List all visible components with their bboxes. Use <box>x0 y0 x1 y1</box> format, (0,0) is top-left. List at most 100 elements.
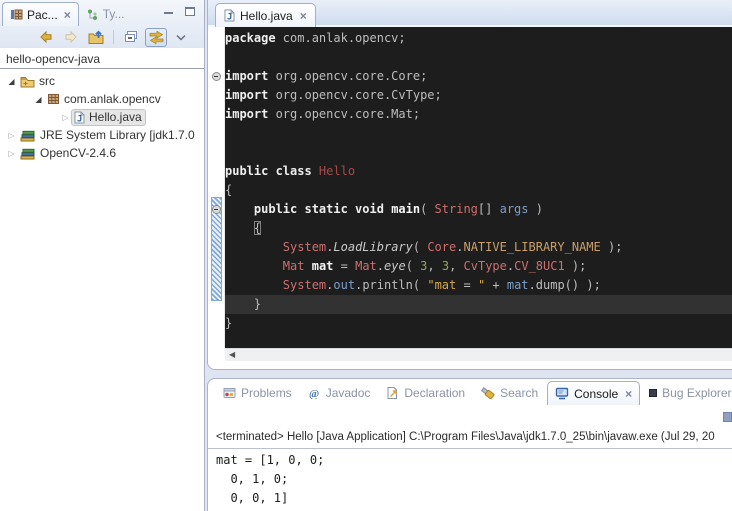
code-line: public class Hello <box>225 162 732 181</box>
tree-item-opencv-2-4-6[interactable]: ▷ OpenCV-2.4.6 <box>0 144 204 162</box>
console-panel: Problems@JavadocDeclarationSearchConsole… <box>207 378 732 511</box>
svg-text:J: J <box>77 114 82 124</box>
tab-javadoc[interactable]: @ Javadoc <box>301 381 378 405</box>
console-icon <box>555 387 569 400</box>
code-line: } <box>225 295 732 314</box>
scroll-left-icon[interactable]: ◀ <box>229 350 235 359</box>
close-icon[interactable]: × <box>298 9 307 23</box>
tab-declaration[interactable]: Declaration <box>379 381 472 405</box>
project-tree: ◢src◢com.anlak.opencv▷JHello.java▷JRE Sy… <box>0 69 204 162</box>
library-icon <box>20 147 36 160</box>
java-file-icon: J <box>74 111 85 124</box>
close-icon[interactable]: × <box>62 8 71 22</box>
type-hierarchy-icon <box>86 8 99 21</box>
fold-dash <box>214 76 218 77</box>
link-editor-icon <box>148 30 165 45</box>
code-line: { <box>225 219 732 238</box>
view-menu-icon <box>176 34 186 41</box>
svg-text:@: @ <box>309 388 319 399</box>
code-line: package com.anlak.opencv; <box>225 29 732 48</box>
collapsed-arrow-icon[interactable]: ▷ <box>6 131 17 140</box>
fold-marker[interactable] <box>212 72 221 81</box>
code-line <box>225 48 732 67</box>
tab-console[interactable]: Console × <box>547 381 640 405</box>
source-folder-icon <box>20 75 35 88</box>
code-line <box>225 124 732 143</box>
package-icon <box>47 93 60 105</box>
view-tab-ty[interactable]: Ty... <box>79 2 132 26</box>
editor-body: package com.anlak.opencv; import org.open… <box>208 27 732 369</box>
minimize-button[interactable] <box>162 7 175 19</box>
console-line: mat = [1, 0, 0; <box>216 451 732 470</box>
tab-label: Console <box>574 387 618 401</box>
back-button[interactable] <box>35 28 57 47</box>
collapsed-arrow-icon[interactable]: ▷ <box>60 113 71 122</box>
svg-text:J: J <box>227 13 232 23</box>
expanded-arrow-icon[interactable]: ◢ <box>33 95 44 104</box>
tab-label: Javadoc <box>326 386 371 400</box>
code-line: } <box>225 314 732 333</box>
code-line: System.LoadLibrary( Core.NATIVE_LIBRARY_… <box>225 238 732 257</box>
tree-item-content: J Hello.java <box>71 109 146 126</box>
view-tab-pac[interactable]: Pac... × <box>2 2 79 26</box>
editor-tabbar: J Hello.java × <box>208 0 732 27</box>
code-line: System.out.println( "mat = " + mat.dump(… <box>225 276 732 295</box>
tree-item-hello-java[interactable]: ▷ J Hello.java <box>0 108 204 126</box>
console-toolbar-icon[interactable] <box>723 412 732 422</box>
tree-item-content: src <box>17 73 59 90</box>
toolbar-separator <box>113 30 114 44</box>
view-tab-label: Pac... <box>27 8 58 22</box>
code-line <box>225 143 732 162</box>
up-folder-icon <box>88 30 105 45</box>
tree-item-src[interactable]: ◢ src <box>0 72 204 90</box>
code-line: import org.opencv.core.Mat; <box>225 105 732 124</box>
tab-label: Problems <box>241 386 292 400</box>
code-lines[interactable]: package com.anlak.opencv; import org.open… <box>225 29 732 333</box>
package-explorer-icon <box>10 8 23 21</box>
tab-bug-explorer[interactable]: Bug Explorer <box>642 381 732 405</box>
view-tab-label: Ty... <box>103 7 125 21</box>
code-line: Mat mat = Mat.eye( 3, 3, CvType.CV_8UC1 … <box>225 257 732 276</box>
tree-item-label: Hello.java <box>89 110 142 124</box>
collapse-all-button[interactable] <box>120 28 142 47</box>
tree-item-label: JRE System Library [jdk1.7.0 <box>40 128 195 142</box>
tree-item-label: src <box>39 74 55 88</box>
tab-label: Declaration <box>404 386 465 400</box>
forward-button[interactable] <box>60 28 82 47</box>
library-icon <box>20 129 36 142</box>
collapsed-arrow-icon[interactable]: ▷ <box>6 149 17 158</box>
tree-item-content: com.anlak.opencv <box>44 91 165 108</box>
project-root-label[interactable]: hello-opencv-java <box>0 48 204 68</box>
editor-tab-label: Hello.java <box>240 9 293 23</box>
editor-area: J Hello.java × package com.anlak.opencv;… <box>207 0 732 370</box>
horizontal-scrollbar[interactable]: ◀ <box>225 348 732 361</box>
maximize-button[interactable] <box>183 7 196 19</box>
console-line: 0, 1, 0; <box>216 470 732 489</box>
tree-item-com-anlak-opencv[interactable]: ◢com.anlak.opencv <box>0 90 204 108</box>
editor-tab-hello-java[interactable]: J Hello.java × <box>215 3 316 27</box>
console-output[interactable]: mat = [1, 0, 0; 0, 1, 0; 0, 0, 1] <box>216 451 732 511</box>
tree-item-jre-system-library-jdk1-7-0[interactable]: ▷ JRE System Library [jdk1.7.0 <box>0 126 204 144</box>
package-explorer-panel: Pac...×Ty... hello-opencv-java ◢src◢com.… <box>0 0 205 511</box>
console-line: 0, 0, 1] <box>216 489 732 508</box>
tab-search[interactable]: Search <box>474 381 545 405</box>
collapse-all-icon <box>123 30 139 44</box>
bottom-tabbar: Problems@JavadocDeclarationSearchConsole… <box>208 379 732 405</box>
maximize-icon <box>185 7 195 16</box>
view-menu-button[interactable] <box>170 28 192 47</box>
link-with-editor-button[interactable] <box>145 28 167 47</box>
tab-problems[interactable]: Problems <box>216 381 299 405</box>
tree-item-content: OpenCV-2.4.6 <box>17 145 120 162</box>
bug-icon <box>649 389 657 397</box>
close-icon[interactable]: × <box>623 387 632 401</box>
code-line: import org.opencv.core.CvType; <box>225 86 732 105</box>
fold-marker[interactable] <box>212 205 221 214</box>
view-toolbar <box>0 26 204 48</box>
forward-icon <box>63 30 79 44</box>
tree-item-label: OpenCV-2.4.6 <box>40 146 116 160</box>
up-button[interactable] <box>85 28 107 47</box>
back-icon <box>38 30 54 44</box>
expanded-arrow-icon[interactable]: ◢ <box>6 77 17 86</box>
tab-label: Bug Explorer <box>662 386 731 400</box>
view-header: Pac... × Ty... <box>0 0 204 48</box>
